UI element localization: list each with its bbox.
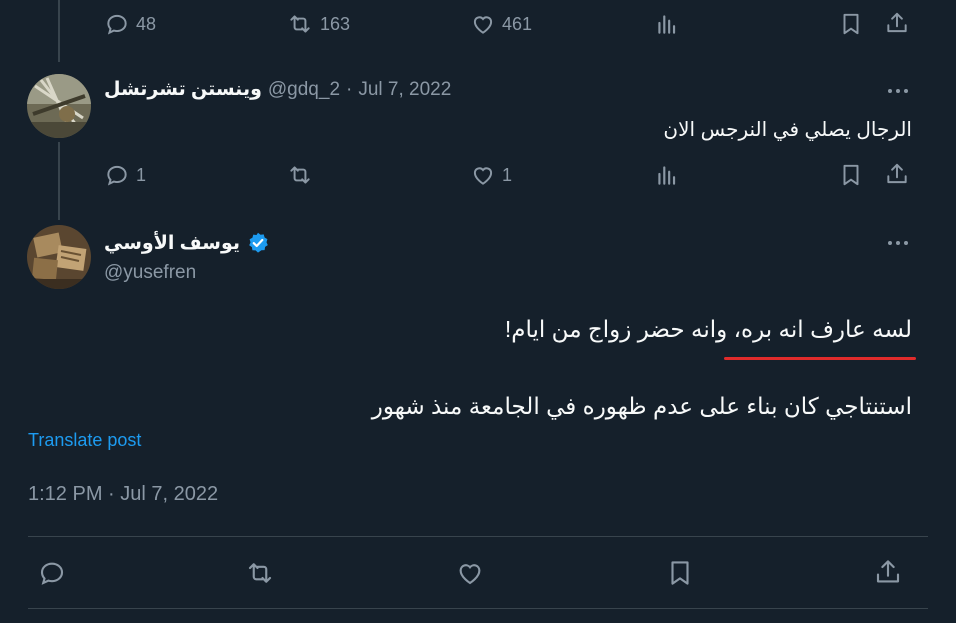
reply-more-button[interactable] (885, 76, 911, 104)
main-more-button[interactable] (885, 228, 911, 256)
top-retweet-button[interactable]: 163 (286, 11, 350, 37)
reply-views-button[interactable] (654, 162, 680, 188)
reply-reply-count: 1 (136, 164, 147, 185)
reply-avatar[interactable] (27, 74, 91, 138)
share-icon (884, 161, 910, 187)
top-share-button[interactable] (884, 10, 910, 36)
divider-bottom (28, 608, 928, 609)
top-reply-count: 48 (136, 13, 157, 34)
main-reply-button[interactable] (37, 558, 67, 588)
views-icon (654, 11, 680, 37)
reply-icon (104, 11, 130, 37)
more-icon (885, 230, 911, 255)
retweet-icon (244, 558, 276, 588)
reply-icon (104, 162, 130, 188)
translate-post-link[interactable]: Translate post (28, 430, 141, 451)
bookmark-icon (838, 162, 864, 188)
share-icon (873, 557, 903, 587)
main-handle[interactable]: @yusefren (104, 262, 196, 284)
reply-retweet-button[interactable] (286, 162, 314, 188)
reply-reply-button[interactable]: 1 (104, 162, 146, 188)
more-icon (885, 78, 911, 103)
like-icon (455, 558, 485, 588)
thread-line-mid (58, 142, 60, 220)
reply-like-count: 1 (502, 164, 513, 185)
top-reply-button[interactable]: 48 (104, 11, 156, 37)
divider-top (28, 536, 928, 537)
thread-line-top (58, 0, 60, 62)
like-icon (470, 162, 496, 188)
main-avatar[interactable] (27, 225, 91, 289)
main-display-name[interactable]: يوسف الأوسي (104, 232, 240, 255)
main-share-button[interactable] (873, 557, 903, 587)
reply-separator: · (346, 78, 353, 100)
top-views-button[interactable] (654, 11, 680, 37)
main-like-button[interactable] (455, 558, 485, 588)
verified-icon (246, 231, 270, 255)
share-icon (884, 10, 910, 36)
main-text-line1: لسه عارف انه بره، وانه حضر زواج من ايام! (504, 316, 912, 342)
reply-date[interactable]: Jul 7, 2022 (358, 79, 451, 101)
top-like-button[interactable]: 461 (470, 11, 532, 37)
reply-share-button[interactable] (884, 161, 910, 187)
top-bookmark-button[interactable] (838, 11, 864, 37)
top-retweet-count: 163 (320, 13, 351, 34)
main-bookmark-button[interactable] (665, 558, 695, 588)
reply-handle[interactable]: @gdq_2 (268, 79, 340, 101)
reply-icon (37, 558, 67, 588)
reply-like-button[interactable]: 1 (470, 162, 512, 188)
reply-text: الرجال يصلي في النرجس الان (663, 119, 912, 141)
bookmark-icon (838, 11, 864, 37)
views-icon (654, 162, 680, 188)
like-icon (470, 11, 496, 37)
main-timestamp[interactable]: 1:12 PM · Jul 7, 2022 (28, 483, 218, 506)
main-text-line2: استنتاجي كان بناء على عدم ظهوره في الجام… (371, 393, 912, 419)
reply-bookmark-button[interactable] (838, 162, 864, 188)
reply-display-name[interactable]: وينستن تشرتشل (104, 78, 262, 101)
annotation-underline (724, 357, 916, 360)
bookmark-icon (665, 558, 695, 588)
top-like-count: 461 (502, 13, 533, 34)
main-retweet-button[interactable] (244, 558, 276, 588)
retweet-icon (286, 11, 314, 37)
retweet-icon (286, 162, 314, 188)
